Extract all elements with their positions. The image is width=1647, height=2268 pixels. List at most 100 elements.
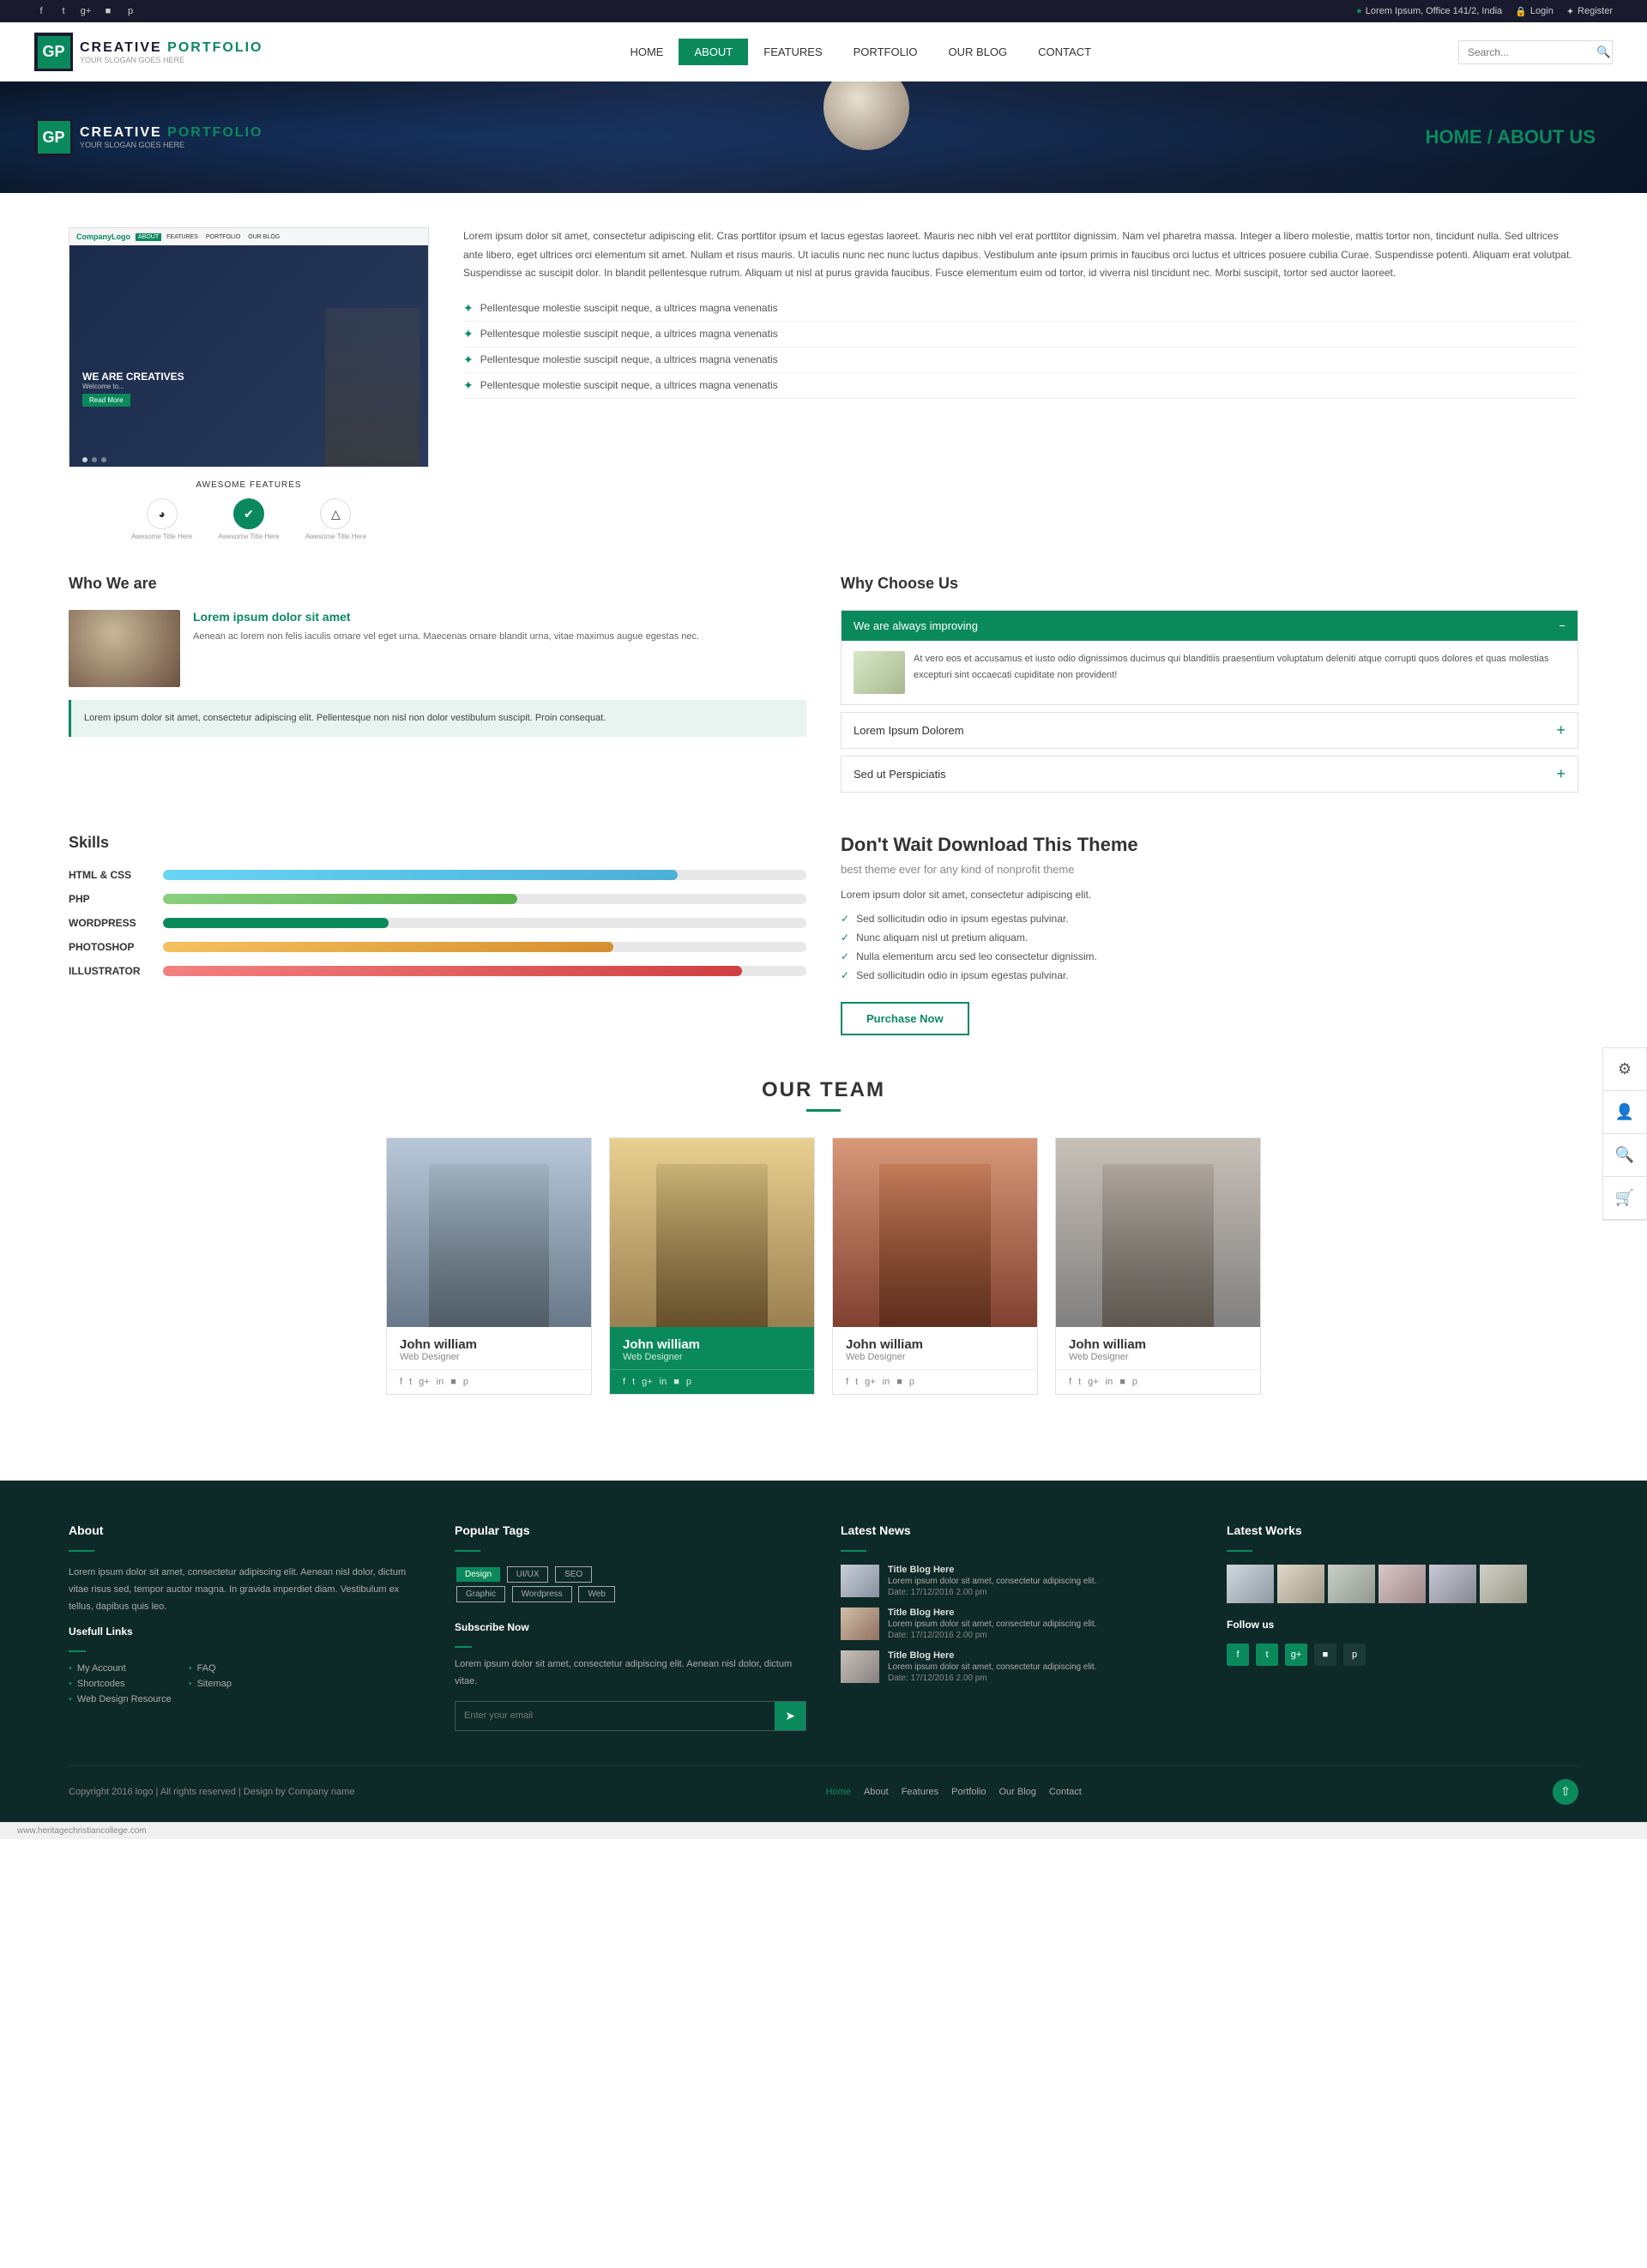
team-name-3: John william: [846, 1337, 1024, 1352]
facebook-icon[interactable]: f: [34, 4, 48, 18]
preview-dots: [82, 457, 106, 462]
team-in-3[interactable]: in: [883, 1377, 890, 1387]
tag-seo[interactable]: SEO: [555, 1566, 592, 1583]
team-fb-1[interactable]: f: [400, 1377, 402, 1387]
subscribe-email-input[interactable]: [455, 1704, 775, 1728]
sidebar-user-icon[interactable]: 👤: [1603, 1091, 1646, 1134]
team-tw-1[interactable]: t: [409, 1377, 412, 1387]
sidebar-search-icon[interactable]: 🔍: [1603, 1134, 1646, 1177]
accordion-header-3[interactable]: Sed ut Perspiciatis +: [842, 757, 1578, 792]
footer-link-sitemap[interactable]: Sitemap: [189, 1676, 232, 1692]
team-fb-4[interactable]: f: [1069, 1377, 1071, 1387]
footer-divider-works: [1227, 1550, 1252, 1552]
tag-wordpress[interactable]: Wordpress: [512, 1586, 572, 1602]
footer-bottom-contact[interactable]: Contact: [1049, 1787, 1082, 1797]
login-link[interactable]: 🔒 Login: [1515, 6, 1553, 17]
team-fb-3[interactable]: f: [846, 1377, 848, 1387]
team-tw-2[interactable]: t: [632, 1377, 635, 1387]
nav-home[interactable]: HOME: [614, 39, 679, 65]
team-gp-4[interactable]: g+: [1088, 1377, 1099, 1387]
footer-bottom-blog[interactable]: Our Blog: [998, 1787, 1035, 1797]
twitter-icon[interactable]: t: [57, 4, 70, 18]
team-ig-1[interactable]: ■: [450, 1377, 456, 1387]
footer-bottom-home[interactable]: Home: [826, 1787, 851, 1797]
team-gp-1[interactable]: g+: [419, 1377, 430, 1387]
googleplus-icon[interactable]: g+: [79, 4, 93, 18]
footer-divider-news: [841, 1550, 866, 1552]
who-person-info: Lorem ipsum dolor sit amet Aenean ac lor…: [193, 610, 699, 687]
purchase-button[interactable]: Purchase Now: [841, 1002, 969, 1035]
follow-in[interactable]: ■: [1314, 1644, 1336, 1666]
team-tw-4[interactable]: t: [1078, 1377, 1081, 1387]
tag-graphic[interactable]: Graphic: [456, 1586, 505, 1602]
sidebar-cart-icon[interactable]: 🛒: [1603, 1177, 1646, 1220]
download-subtitle: best theme ever for any kind of nonprofi…: [841, 863, 1578, 876]
team-tw-3[interactable]: t: [855, 1377, 858, 1387]
skill-bar-html: [163, 870, 678, 880]
tag-design[interactable]: Design: [456, 1567, 500, 1582]
feature-label-1: Awesome Title Here: [131, 533, 192, 540]
search-input[interactable]: [1468, 46, 1596, 58]
team-name-2: John william: [623, 1337, 801, 1352]
team-in-1[interactable]: in: [437, 1377, 444, 1387]
team-ig-4[interactable]: ■: [1119, 1377, 1125, 1387]
search-button[interactable]: 🔍: [1596, 45, 1611, 59]
skill-bar-bg-ai: [163, 966, 806, 976]
footer-link-faq[interactable]: FAQ: [189, 1661, 232, 1676]
team-ig-2[interactable]: ■: [673, 1377, 679, 1387]
nav-features[interactable]: FEATURES: [748, 39, 837, 65]
team-pi-2[interactable]: p: [686, 1377, 691, 1387]
team-in-2[interactable]: in: [660, 1377, 667, 1387]
tag-web[interactable]: Web: [578, 1586, 614, 1602]
check-list: ✦ Pellentesque molestie suscipit neque, …: [463, 296, 1578, 399]
pinterest-icon[interactable]: p: [124, 4, 137, 18]
who-desc-text: Lorem ipsum dolor sit amet, consectetur …: [84, 710, 793, 727]
about-section: CompanyLogo ABOUT FEATURES PORTFOLIO OUR…: [69, 227, 1578, 540]
team-photo-4: [1056, 1138, 1260, 1327]
footer-link-webdesign[interactable]: Web Design Resource: [69, 1692, 172, 1707]
feature-item-2: ✔ Awesome Title Here: [218, 498, 279, 540]
footer-bottom-features[interactable]: Features: [902, 1787, 938, 1797]
team-ig-3[interactable]: ■: [896, 1377, 902, 1387]
team-role-2: Web Designer: [623, 1352, 801, 1362]
accordion-header-2[interactable]: Lorem Ipsum Dolorem +: [842, 713, 1578, 748]
nav-about[interactable]: ABOUT: [679, 39, 748, 65]
tag-uiux[interactable]: UI/UX: [507, 1566, 549, 1583]
check-icon-4: ✦: [463, 378, 474, 393]
follow-fb[interactable]: f: [1227, 1644, 1249, 1666]
team-fb-2[interactable]: f: [623, 1377, 625, 1387]
subscribe-button[interactable]: ➤: [775, 1702, 805, 1730]
preview-nav-links: ABOUT FEATURES PORTFOLIO OUR BLOG: [136, 233, 421, 241]
follow-gp[interactable]: g+: [1285, 1644, 1307, 1666]
nav-contact[interactable]: CONTACT: [1023, 39, 1107, 65]
url-text: www.heritagechristiancollege.com: [17, 1826, 147, 1836]
about-preview: CompanyLogo ABOUT FEATURES PORTFOLIO OUR…: [69, 227, 429, 540]
footer-link-shortcodes[interactable]: Shortcodes: [69, 1676, 172, 1692]
accordion-header-1[interactable]: We are always improving −: [842, 611, 1578, 641]
footer-bottom-about[interactable]: About: [864, 1787, 889, 1797]
team-gp-3[interactable]: g+: [865, 1377, 876, 1387]
team-role-1: Web Designer: [400, 1352, 578, 1362]
team-pi-3[interactable]: p: [909, 1377, 914, 1387]
preview-hero-btn[interactable]: Read More: [82, 394, 130, 407]
footer-link-account[interactable]: My Account: [69, 1661, 172, 1676]
nav-portfolio[interactable]: PORTFOLIO: [838, 39, 933, 65]
team-pi-1[interactable]: p: [463, 1377, 468, 1387]
team-pi-4[interactable]: p: [1132, 1377, 1137, 1387]
features-title: AWESOME FEATURES: [69, 480, 429, 490]
follow-tw[interactable]: t: [1256, 1644, 1278, 1666]
follow-pi[interactable]: p: [1343, 1644, 1366, 1666]
team-in-4[interactable]: in: [1106, 1377, 1113, 1387]
footer-up-button[interactable]: ⇧: [1553, 1779, 1578, 1805]
accordion-text-1: At vero eos et accusamus et iusto odio d…: [914, 651, 1566, 694]
register-link[interactable]: ✦ Register: [1566, 6, 1613, 17]
nav-blog[interactable]: OUR BLOG: [933, 39, 1023, 65]
footer-bottom-portfolio[interactable]: Portfolio: [951, 1787, 986, 1797]
news-date-2: Date: 17/12/2016 2.00 pm: [888, 1631, 1096, 1640]
accordion-minus-1: −: [1559, 619, 1566, 632]
sidebar-gear-icon[interactable]: ⚙: [1603, 1048, 1646, 1091]
check-icon-2: ✦: [463, 327, 474, 341]
team-gp-2[interactable]: g+: [642, 1377, 653, 1387]
instagram-icon[interactable]: ■: [101, 4, 115, 18]
news-title-3: Title Blog Here: [888, 1650, 1096, 1661]
